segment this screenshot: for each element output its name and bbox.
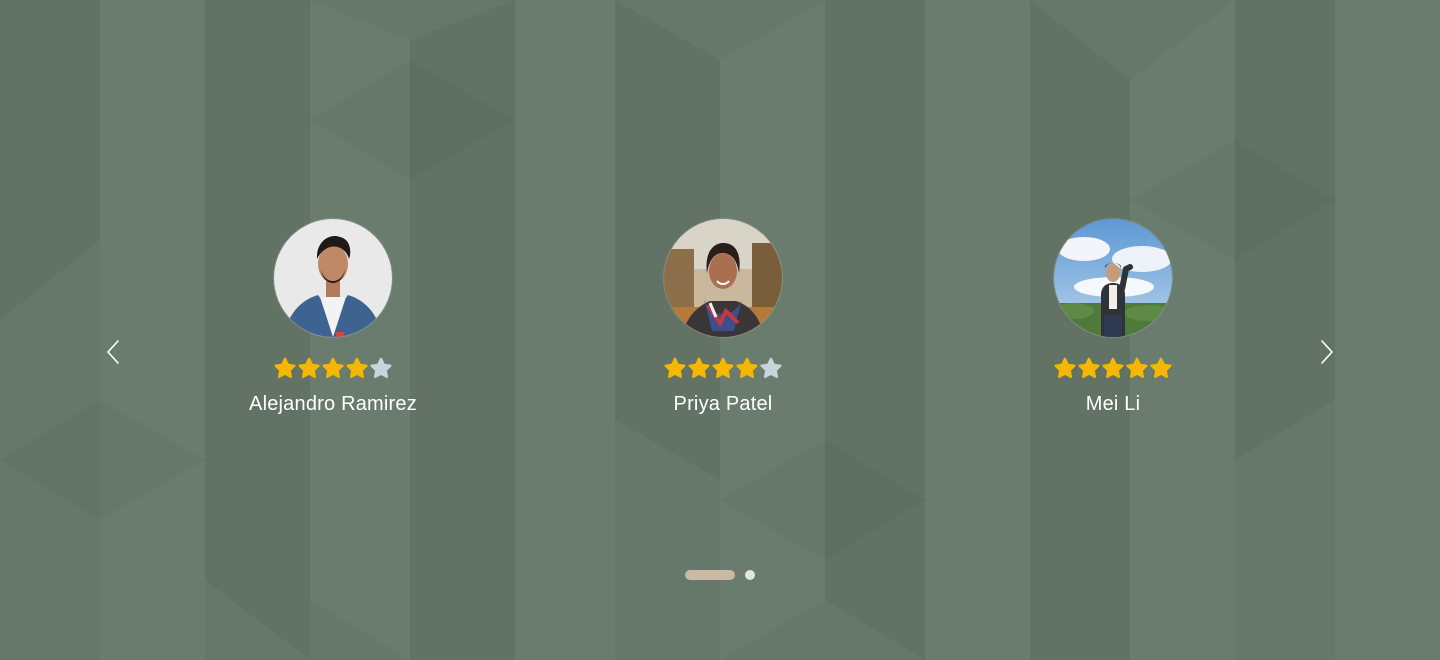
star-rating [273,357,393,379]
avatar [664,219,782,337]
reviewer-name: Priya Patel [673,393,773,415]
carousel-pagination [685,570,755,580]
star-filled-icon [664,357,686,378]
reviewer-name: Alejandro Ramirez [249,393,417,415]
star-filled-icon [736,357,758,378]
avatar [274,219,392,337]
review-card: Alejandro Ramirez [203,219,463,416]
star-filled-icon [1078,357,1100,378]
pagination-dot-active[interactable] [685,570,735,580]
review-card: Mei Li [983,219,1243,416]
star-rating [663,357,783,379]
star-filled-icon [298,357,320,378]
star-filled-icon [688,357,710,378]
chevron-left-icon [107,340,119,364]
prev-slide-button[interactable] [97,336,129,368]
star-filled-icon [712,357,734,378]
star-filled-icon [1054,357,1076,378]
review-card: Priya Patel [593,219,853,416]
chevron-right-icon [1321,340,1333,364]
star-filled-icon [322,357,344,378]
star-filled-icon [274,357,296,378]
star-filled-icon [1126,357,1148,378]
next-slide-button[interactable] [1311,336,1343,368]
star-rating [1053,357,1173,379]
star-filled-icon [1102,357,1124,378]
pagination-dot[interactable] [745,570,755,580]
star-filled-icon [346,357,368,378]
avatar [1054,219,1172,337]
reviewer-name: Mei Li [1085,393,1141,415]
star-filled-icon [1150,357,1172,378]
star-empty-icon [370,357,392,378]
testimonial-carousel: Alejandro Ramirez Priya Patel Mei Li [0,0,1440,660]
star-empty-icon [760,357,782,378]
